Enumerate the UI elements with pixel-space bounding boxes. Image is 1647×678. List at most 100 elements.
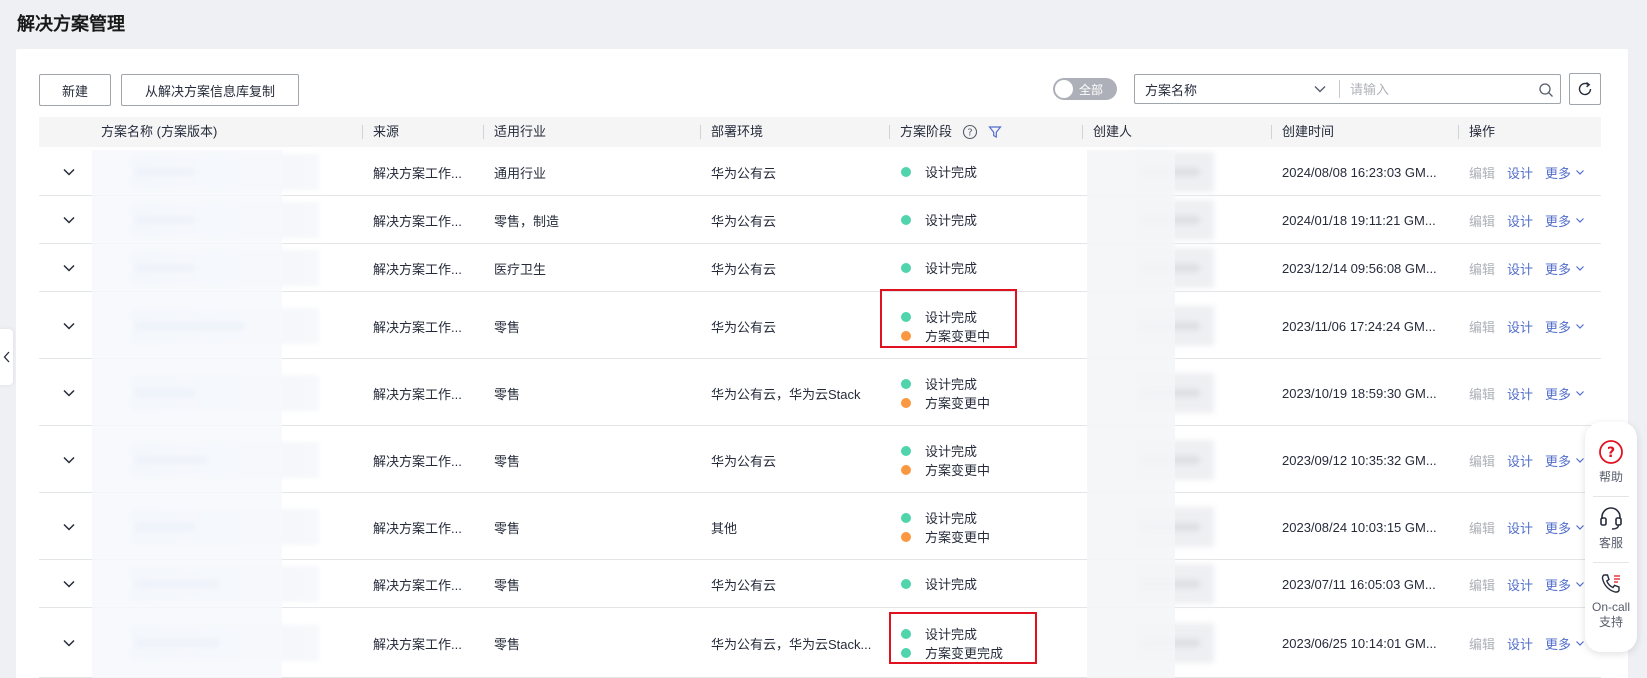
header-env: 部署环境 bbox=[711, 124, 764, 139]
search-input[interactable] bbox=[1340, 81, 1520, 97]
edit-link[interactable]: 编辑 bbox=[1469, 317, 1495, 336]
more-menu[interactable]: 更多 bbox=[1545, 317, 1585, 336]
chevron-down-icon bbox=[1576, 458, 1584, 463]
expand-row-icon[interactable] bbox=[61, 164, 77, 180]
new-button[interactable]: 新建 bbox=[39, 74, 111, 106]
design-link[interactable]: 设计 bbox=[1507, 575, 1533, 594]
copy-from-library-button[interactable]: 从解决方案信息库复制 bbox=[121, 74, 299, 106]
more-label: 更多 bbox=[1545, 453, 1572, 469]
help-label: 帮助 bbox=[1598, 470, 1623, 484]
design-link[interactable]: 设计 bbox=[1507, 518, 1533, 537]
more-menu[interactable]: 更多 bbox=[1545, 575, 1585, 594]
design-link[interactable]: 设计 bbox=[1507, 163, 1533, 182]
env-cell: 华为公有云 bbox=[711, 577, 777, 593]
edit-link[interactable]: 编辑 bbox=[1469, 451, 1495, 470]
edit-link[interactable]: 编辑 bbox=[1469, 384, 1495, 403]
search-field-select[interactable]: 方案名称 bbox=[1134, 74, 1339, 104]
industry-cell: 零售，制造 bbox=[494, 213, 560, 229]
highlight-box bbox=[880, 289, 1017, 348]
header-stage-label: 方案阶段 bbox=[900, 124, 953, 139]
more-menu[interactable]: 更多 bbox=[1545, 518, 1585, 537]
more-menu[interactable]: 更多 bbox=[1545, 163, 1585, 182]
status-dot bbox=[901, 578, 911, 589]
search-icon[interactable] bbox=[1538, 82, 1554, 98]
chevron-down-icon bbox=[1576, 170, 1584, 175]
design-link[interactable]: 设计 bbox=[1507, 211, 1533, 230]
expand-row-icon[interactable] bbox=[61, 452, 77, 468]
more-menu[interactable]: 更多 bbox=[1545, 384, 1585, 403]
created-time-cell: 2023/08/24 10:03:15 GM... bbox=[1282, 519, 1437, 535]
expand-row-icon[interactable] bbox=[61, 385, 77, 401]
industry-cell: 零售 bbox=[494, 636, 521, 652]
more-label: 更多 bbox=[1545, 261, 1572, 277]
service-label: 客服 bbox=[1598, 536, 1623, 550]
status-dot bbox=[901, 262, 911, 273]
oncall-support-button[interactable]: On-call 支持 bbox=[1585, 570, 1637, 630]
header-divider bbox=[700, 125, 701, 139]
chevron-down-icon bbox=[1576, 525, 1584, 530]
all-toggle[interactable]: 全部 bbox=[1053, 78, 1117, 100]
edit-link[interactable]: 编辑 bbox=[1469, 211, 1495, 230]
expand-row-icon[interactable] bbox=[61, 260, 77, 276]
more-label: 更多 bbox=[1545, 636, 1572, 652]
chevron-down-icon bbox=[1576, 324, 1584, 329]
edit-link[interactable]: 编辑 bbox=[1469, 634, 1495, 653]
actions-cell: 编辑 设计 更多 bbox=[1469, 162, 1597, 182]
edit-link[interactable]: 编辑 bbox=[1469, 259, 1495, 278]
stage-status: 设计完成 bbox=[901, 210, 977, 229]
stage-cell: 设计完成 方案变更中 bbox=[901, 441, 990, 479]
expand-row-icon[interactable] bbox=[61, 318, 77, 334]
stage-label: 设计完成 bbox=[925, 165, 978, 180]
help-button[interactable]: ? 帮助 bbox=[1585, 438, 1637, 485]
help-circle-icon[interactable]: ? bbox=[962, 124, 978, 140]
stage-cell: 设计完成 方案变更中 bbox=[901, 508, 990, 546]
more-label: 更多 bbox=[1545, 165, 1572, 181]
stage-label: 设计完成 bbox=[925, 511, 978, 526]
header-divider bbox=[1082, 125, 1083, 139]
source-cell: 解决方案工作... bbox=[373, 386, 462, 402]
expand-row-icon[interactable] bbox=[61, 576, 77, 592]
more-menu[interactable]: 更多 bbox=[1545, 211, 1585, 230]
stage-cell: 设计完成 bbox=[901, 258, 977, 277]
edit-link[interactable]: 编辑 bbox=[1469, 518, 1495, 537]
chevron-left-icon bbox=[3, 351, 9, 363]
more-menu[interactable]: 更多 bbox=[1545, 259, 1585, 278]
search-box bbox=[1339, 74, 1561, 104]
design-link[interactable]: 设计 bbox=[1507, 317, 1533, 336]
oncall-label-1: On-call bbox=[1591, 600, 1630, 614]
chevron-down-icon bbox=[1576, 266, 1584, 271]
env-cell: 华为公有云 bbox=[711, 213, 777, 229]
edit-link[interactable]: 编辑 bbox=[1469, 575, 1495, 594]
status-dot bbox=[901, 166, 911, 177]
env-cell: 华为公有云 bbox=[711, 165, 777, 181]
design-link[interactable]: 设计 bbox=[1507, 451, 1533, 470]
float-divider bbox=[1593, 496, 1629, 497]
source-cell: 解决方案工作... bbox=[373, 577, 462, 593]
more-label: 更多 bbox=[1545, 319, 1572, 335]
design-link[interactable]: 设计 bbox=[1507, 259, 1533, 278]
page-title: 解决方案管理 bbox=[17, 14, 125, 34]
industry-cell: 医疗卫生 bbox=[494, 261, 547, 277]
industry-cell: 零售 bbox=[494, 453, 521, 469]
stage-status: 设计完成 bbox=[901, 508, 977, 527]
expand-row-icon[interactable] bbox=[61, 635, 77, 651]
created-time-cell: 2023/07/11 16:05:03 GM... bbox=[1282, 576, 1436, 592]
more-menu[interactable]: 更多 bbox=[1545, 451, 1585, 470]
expand-row-icon[interactable] bbox=[61, 212, 77, 228]
status-dot bbox=[901, 214, 911, 225]
design-link[interactable]: 设计 bbox=[1507, 634, 1533, 653]
select-value: 方案名称 bbox=[1145, 82, 1198, 98]
env-cell: 华为公有云 bbox=[711, 319, 777, 335]
more-menu[interactable]: 更多 bbox=[1545, 634, 1585, 653]
collapse-sidebar-tab[interactable] bbox=[0, 329, 13, 385]
customer-service-button[interactable]: 客服 bbox=[1585, 504, 1637, 551]
stage-label: 方案变更中 bbox=[925, 463, 991, 478]
edit-link[interactable]: 编辑 bbox=[1469, 163, 1495, 182]
refresh-button[interactable] bbox=[1569, 73, 1601, 105]
design-link[interactable]: 设计 bbox=[1507, 384, 1533, 403]
expand-row-icon[interactable] bbox=[61, 519, 77, 535]
stage-status: 设计完成 bbox=[901, 374, 977, 393]
created-time-cell: 2023/11/06 17:24:24 GM... bbox=[1282, 318, 1436, 334]
filter-icon[interactable] bbox=[988, 125, 1002, 139]
stage-label: 设计完成 bbox=[925, 377, 978, 392]
